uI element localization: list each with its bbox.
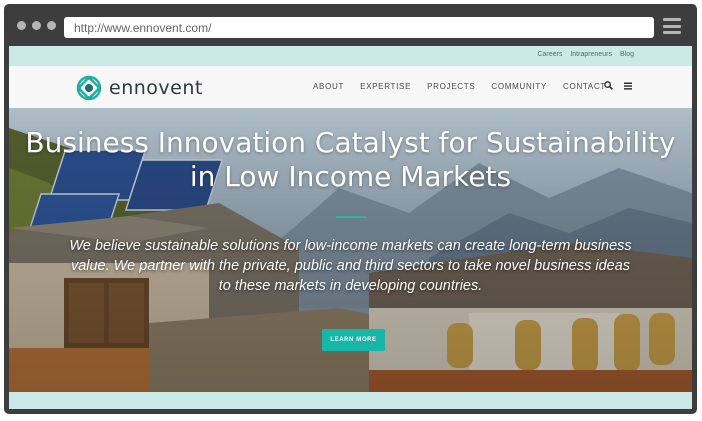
search-icon[interactable] [604, 81, 613, 90]
logo-mark-icon [76, 75, 102, 101]
utility-bar: Careers Intrapreneurs Blog [9, 46, 692, 66]
nav-item-community[interactable]: COMMUNITY [491, 82, 547, 91]
site-logo[interactable]: ennovent [75, 74, 203, 102]
hero-description: We believe sustainable solutions for low… [69, 238, 632, 294]
bottom-strip [9, 392, 692, 409]
site-navbar: ennovent ABOUT EXPERTISE PROJECTS COMMUN… [9, 66, 692, 108]
utility-link-intrapreneurs[interactable]: Intrapreneurs [570, 51, 612, 58]
logo-text: ennovent [109, 77, 203, 99]
nav-item-projects[interactable]: PROJECTS [427, 82, 475, 91]
window-dot-maximize[interactable] [47, 21, 56, 30]
window-controls [17, 21, 56, 30]
address-bar[interactable]: http://www.ennovent.com/ [64, 17, 654, 38]
browser-menu-icon[interactable] [663, 18, 681, 34]
nav-item-contact[interactable]: CONTACT [563, 82, 606, 91]
hero-title-line-1: Business Innovation Catalyst for Sustain… [25, 126, 676, 159]
page-viewport: Careers Intrapreneurs Blog ennovent ABOU… [9, 46, 692, 409]
nav-item-expertise[interactable]: EXPERTISE [360, 82, 411, 91]
utility-link-blog[interactable]: Blog [620, 51, 634, 58]
hero-title: Business Innovation Catalyst for Sustain… [9, 126, 692, 194]
nav-icons [604, 81, 632, 90]
browser-window: http://www.ennovent.com/ Careers Intrapr… [4, 4, 697, 414]
window-dot-close[interactable] [17, 21, 26, 30]
learn-more-button[interactable]: LEARN MORE [322, 329, 385, 351]
hero-title-line-2: in Low Income Markets [189, 160, 512, 193]
hero-section: Business Innovation Catalyst for Sustain… [9, 108, 692, 392]
utility-link-careers[interactable]: Careers [537, 51, 562, 58]
utility-links: Careers Intrapreneurs Blog [537, 51, 634, 58]
main-nav: ABOUT EXPERTISE PROJECTS COMMUNITY CONTA… [313, 82, 606, 91]
address-bar-url: http://www.ennovent.com/ [74, 20, 212, 35]
hero-divider [336, 216, 366, 218]
menu-icon[interactable] [624, 82, 632, 90]
window-dot-minimize[interactable] [32, 21, 41, 30]
nav-item-about[interactable]: ABOUT [313, 82, 344, 91]
